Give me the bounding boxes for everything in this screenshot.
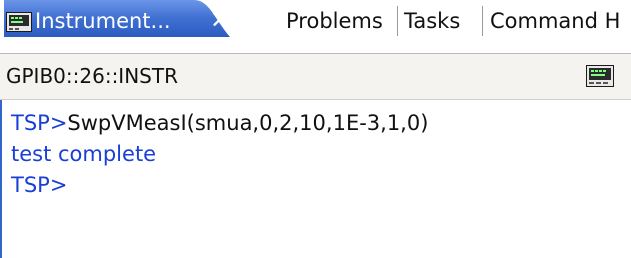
tsp-prompt: TSP> — [11, 173, 68, 197]
instrument-monitor-icon — [6, 12, 32, 32]
tab-problems[interactable]: Problems — [286, 9, 383, 33]
tab-label: Instrument... — [35, 9, 171, 33]
instrument-address-bar: GPIB0::26::INSTR — [0, 54, 631, 100]
tab-separator — [397, 6, 398, 36]
instrument-console-view: Instrument... ✕ Problems Tasks Command H… — [0, 0, 631, 258]
console-command: SwpVMeasI(smua,0,2,10,1E-3,1,0) — [67, 111, 429, 135]
console-line: TSP>SwpVMeasI(smua,0,2,10,1E-3,1,0) — [11, 110, 428, 136]
instrument-resource-name: GPIB0::26::INSTR — [6, 64, 178, 88]
view-tab-bar: Instrument... ✕ Problems Tasks Command H — [0, 0, 631, 54]
console-output-area[interactable]: TSP>SwpVMeasI(smua,0,2,10,1E-3,1,0) test… — [0, 100, 631, 258]
tab-tasks[interactable]: Tasks — [404, 9, 460, 33]
tab-separator — [482, 6, 483, 36]
close-tab-icon[interactable]: ✕ — [210, 8, 230, 32]
console-output-text: test complete — [11, 142, 157, 166]
tab-command-history[interactable]: Command H — [490, 9, 620, 33]
console-left-border — [0, 100, 2, 258]
tab-instrument-console[interactable]: Instrument... ✕ — [4, 0, 230, 37]
tsp-prompt: TSP> — [11, 111, 68, 135]
console-line: test complete — [11, 141, 156, 167]
console-line: TSP> — [11, 172, 67, 198]
instrument-monitor-icon[interactable] — [586, 65, 614, 87]
